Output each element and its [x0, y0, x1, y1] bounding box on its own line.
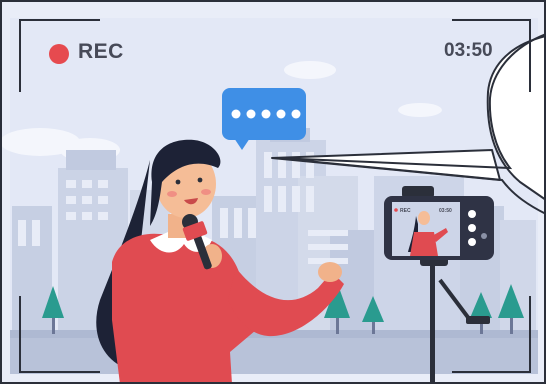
recording-timer: 03:50: [444, 40, 493, 61]
recording-dot-icon: [49, 44, 69, 64]
camera-preview-rec-label: REC: [400, 208, 411, 214]
ground: [10, 336, 538, 374]
camera-preview-timer: 03:50: [439, 208, 452, 214]
recording-label: REC: [78, 40, 124, 63]
